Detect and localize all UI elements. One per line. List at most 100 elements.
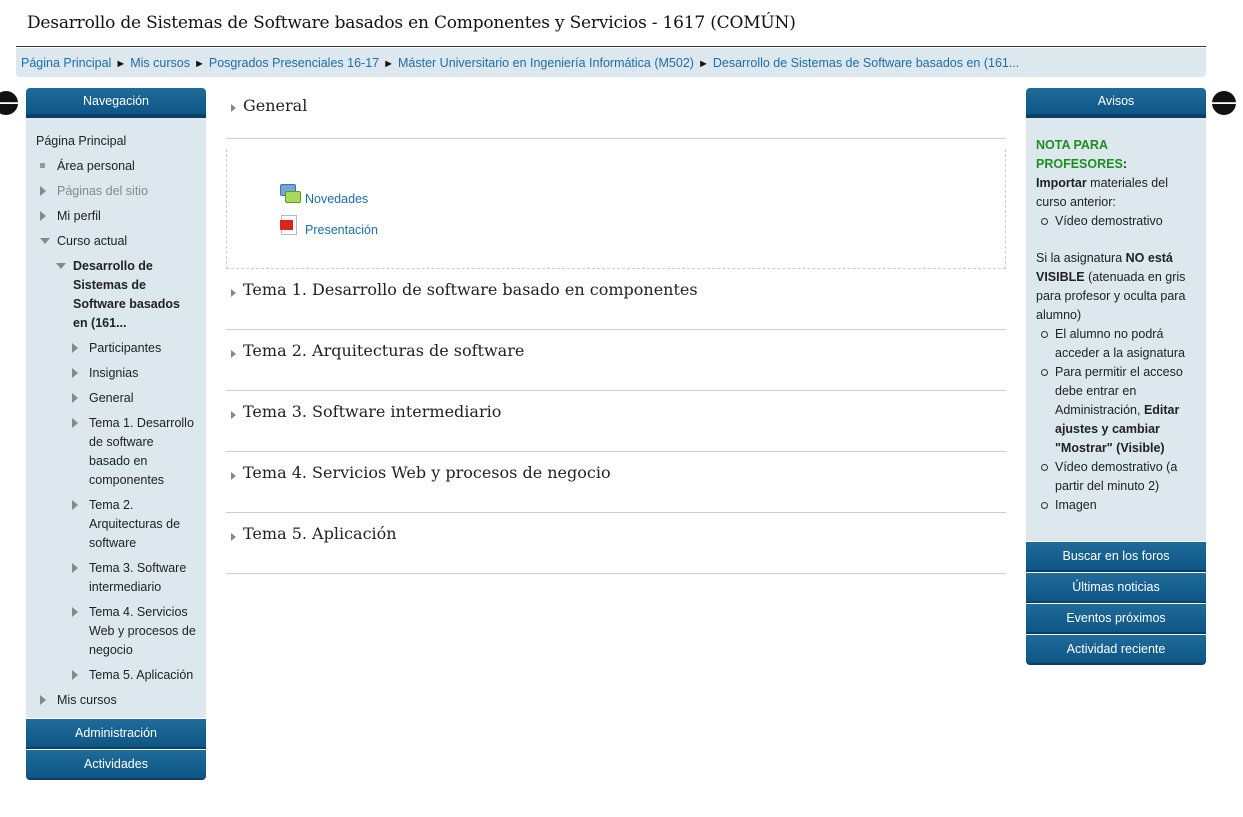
section-tema-4[interactable]: Tema 4. Servicios Web y procesos de nego… [226, 452, 1006, 513]
nav-item-tema-2[interactable]: Tema 2. Arquitecturas de software [36, 496, 198, 553]
expand-icon [72, 368, 78, 378]
buscar-foros-block-button[interactable]: Buscar en los foros [1026, 542, 1206, 572]
section-tema-1[interactable]: Tema 1. Desarrollo de software basado en… [226, 269, 1006, 330]
section-tema-2[interactable]: Tema 2. Arquitecturas de software [226, 330, 1006, 391]
nav-item-participantes[interactable]: Participantes [36, 339, 198, 358]
video-link[interactable]: Vídeo demostrativo (a partir del minuto … [1041, 458, 1200, 496]
nav-item-label: Desarrollo de Sistemas de Software basad… [73, 259, 180, 330]
breadcrumb-mis-cursos[interactable]: Mis cursos [130, 56, 190, 70]
activity-link[interactable]: Presentación [305, 223, 378, 237]
expand-icon [72, 607, 78, 617]
expand-icon [72, 393, 78, 403]
nav-item-curso-actual[interactable]: Curso actual [36, 232, 198, 251]
navigation-block-header[interactable]: Navegación [26, 88, 206, 118]
nav-item-insignias[interactable]: Insignias [36, 364, 198, 383]
visibility-list: El alumno no podrá acceder a la asignatu… [1036, 325, 1200, 515]
nav-item-paginas-sitio[interactable]: Páginas del sitio [36, 182, 198, 201]
activity-presentacion[interactable]: Presentación [279, 215, 378, 237]
importar-text: Importar materiales del curso anterior: [1036, 176, 1168, 209]
section-title: General [243, 96, 308, 115]
expand-icon [40, 211, 46, 221]
expand-icon [231, 289, 236, 297]
administracion-block-button[interactable]: Administración [26, 719, 206, 749]
breadcrumb-master[interactable]: Máster Universitario en Ingeniería Infor… [398, 56, 694, 70]
activity-link[interactable]: Novedades [305, 192, 368, 206]
nav-item-label: General [89, 391, 134, 405]
expand-icon [72, 670, 78, 680]
breadcrumb-home[interactable]: Página Principal [21, 56, 111, 70]
nav-item-mi-perfil[interactable]: Mi perfil [36, 207, 198, 226]
breadcrumb-separator: ► [115, 58, 127, 70]
section-title: Tema 5. Aplicación [243, 524, 397, 543]
expand-icon [72, 500, 78, 510]
expand-icon [231, 411, 236, 419]
nav-item-course[interactable]: Desarrollo de Sistemas de Software basad… [36, 257, 198, 333]
breadcrumb-separator: ► [697, 58, 709, 70]
nav-item-label: Área personal [57, 159, 135, 173]
nav-item-home[interactable]: Página Principal [36, 132, 198, 151]
nav-item-general[interactable]: General [36, 389, 198, 408]
expand-icon [72, 418, 78, 428]
course-content: General Novedades Presentación Tema 1. D… [226, 88, 1006, 574]
nav-item-label: Tema 3. Software intermediario [89, 561, 187, 594]
visibility-note: Si la asignatura NO está VISIBLE (atenua… [1036, 251, 1186, 322]
section-tema-5[interactable]: Tema 5. Aplicación [226, 513, 1006, 574]
breadcrumb: Página Principal ► Mis cursos ► Posgrados Pr… [16, 48, 1206, 77]
nav-item-label: Mis cursos [57, 693, 117, 707]
actividad-reciente-block-button[interactable]: Actividad reciente [1026, 635, 1206, 665]
left-column: Navegación Página Principal Área persona… [26, 88, 206, 780]
actividades-block-button[interactable]: Actividades [26, 750, 206, 780]
expand-icon [40, 695, 46, 705]
nav-item-tema-3[interactable]: Tema 3. Software intermediario [36, 559, 198, 597]
nav-item-area-personal[interactable]: Área personal [36, 157, 198, 176]
list-item: El alumno no podrá acceder a la asignatu… [1041, 325, 1200, 363]
nav-item-tema-5[interactable]: Tema 5. Aplicación [36, 666, 198, 685]
title-divider [16, 46, 1206, 47]
nav-item-label: Páginas del sitio [57, 184, 149, 198]
arrow-right-icon[interactable]: 🡒 [1204, 91, 1243, 115]
breadcrumb-separator: ► [193, 58, 205, 70]
section-title: Tema 1. Desarrollo de software basado en… [243, 280, 698, 299]
section-title: Tema 4. Servicios Web y procesos de nego… [243, 463, 611, 482]
navigation-tree: Página Principal Área personal Páginas d… [26, 118, 206, 718]
page-title: Desarrollo de Sistemas de Software basad… [27, 13, 796, 33]
nav-item-label: Insignias [89, 366, 139, 380]
pdf-icon [279, 215, 301, 237]
expand-icon [72, 563, 78, 573]
image-link[interactable]: Imagen [1041, 496, 1200, 515]
section-tema-3[interactable]: Tema 3. Software intermediario [226, 391, 1006, 452]
breadcrumb-course[interactable]: Desarrollo de Sistemas de Software basad… [713, 56, 1019, 70]
right-column: Avisos NOTA PARA PROFESORES: Importar ma… [1026, 88, 1206, 665]
video-link[interactable]: Vídeo demostrativo [1041, 212, 1200, 231]
section-general-content: Novedades Presentación [226, 149, 1006, 269]
nav-item-mis-cursos[interactable]: Mis cursos [36, 691, 198, 710]
avisos-block-content: NOTA PARA PROFESORES: Importar materiale… [1026, 118, 1206, 541]
nav-item-label: Página Principal [36, 134, 127, 148]
arrow-left-icon[interactable]: 🡐 [0, 91, 26, 115]
expand-icon [72, 343, 78, 353]
nav-item-label: Tema 2. Arquitecturas de software [89, 498, 181, 550]
section-general[interactable]: General [226, 88, 1006, 139]
bullet-icon [40, 163, 45, 168]
expand-icon [231, 350, 236, 358]
nav-item-label: Mi perfil [57, 209, 101, 223]
collapse-icon [56, 263, 66, 269]
breadcrumb-separator: ► [383, 58, 394, 70]
ultimas-noticias-block-button[interactable]: Últimas noticias [1026, 573, 1206, 603]
breadcrumb-posgrados[interactable]: Posgrados Presenciales 16-17 [209, 56, 379, 70]
nav-item-label: Curso actual [57, 234, 128, 248]
section-title: Tema 3. Software intermediario [243, 402, 502, 421]
avisos-block-header[interactable]: Avisos [1026, 88, 1206, 118]
collapse-icon [40, 238, 50, 244]
nav-item-label: Participantes [89, 341, 162, 355]
activity-novedades[interactable]: Novedades [279, 184, 368, 206]
importar-list: Vídeo demostrativo [1036, 212, 1200, 231]
nav-item-label: Tema 5. Aplicación [89, 668, 194, 682]
expand-icon [231, 472, 236, 480]
list-item: Para permitir el acceso debe entrar en A… [1041, 363, 1200, 458]
expand-icon [231, 104, 236, 112]
nav-item-label: Tema 1. Desarrollo de software basado en… [89, 416, 194, 487]
eventos-proximos-block-button[interactable]: Eventos próximos [1026, 604, 1206, 634]
nav-item-tema-1[interactable]: Tema 1. Desarrollo de software basado en… [36, 414, 198, 490]
nav-item-tema-4[interactable]: Tema 4. Servicios Web y procesos de nego… [36, 603, 198, 660]
